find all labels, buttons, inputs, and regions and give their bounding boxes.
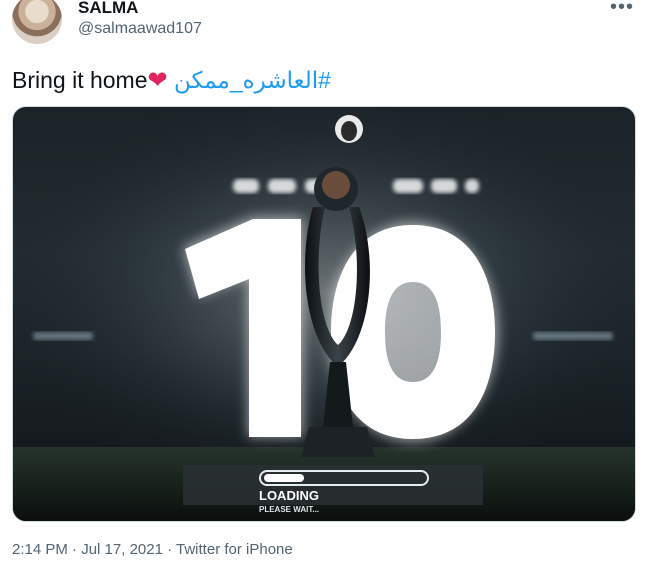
user-handle[interactable]: @salmaawad107 (78, 20, 202, 38)
avatar[interactable] (12, 0, 62, 44)
tweet-time[interactable]: 2:14 PM (12, 541, 68, 558)
display-name[interactable]: SALMA (78, 0, 138, 18)
hashtag-link[interactable]: #العاشره_ممكن (174, 67, 331, 93)
tweet-text: Bring it home❤ #العاشره_ممكن (12, 66, 331, 95)
tweet-body: Bring it home (12, 67, 148, 93)
tweet-media-image[interactable]: LOADING PLEASE WAIT... (12, 106, 636, 522)
watermark-logo (335, 115, 363, 143)
loading-label: LOADING (259, 488, 319, 503)
tweet-source[interactable]: Twitter for iPhone (176, 541, 293, 558)
more-options-icon[interactable]: ••• (610, 0, 634, 19)
tweet-date[interactable]: Jul 17, 2021 (81, 541, 163, 558)
footer-separator-2: · (162, 541, 177, 558)
footer-separator: · (67, 541, 82, 558)
tweet-footer: 2:14 PM · Jul 17, 2021 · Twitter for iPh… (12, 541, 293, 558)
loading-sub-label: PLEASE WAIT... (259, 505, 319, 514)
heart-emoji-icon: ❤ (147, 67, 168, 94)
media-illustration: LOADING PLEASE WAIT... (13, 107, 635, 521)
